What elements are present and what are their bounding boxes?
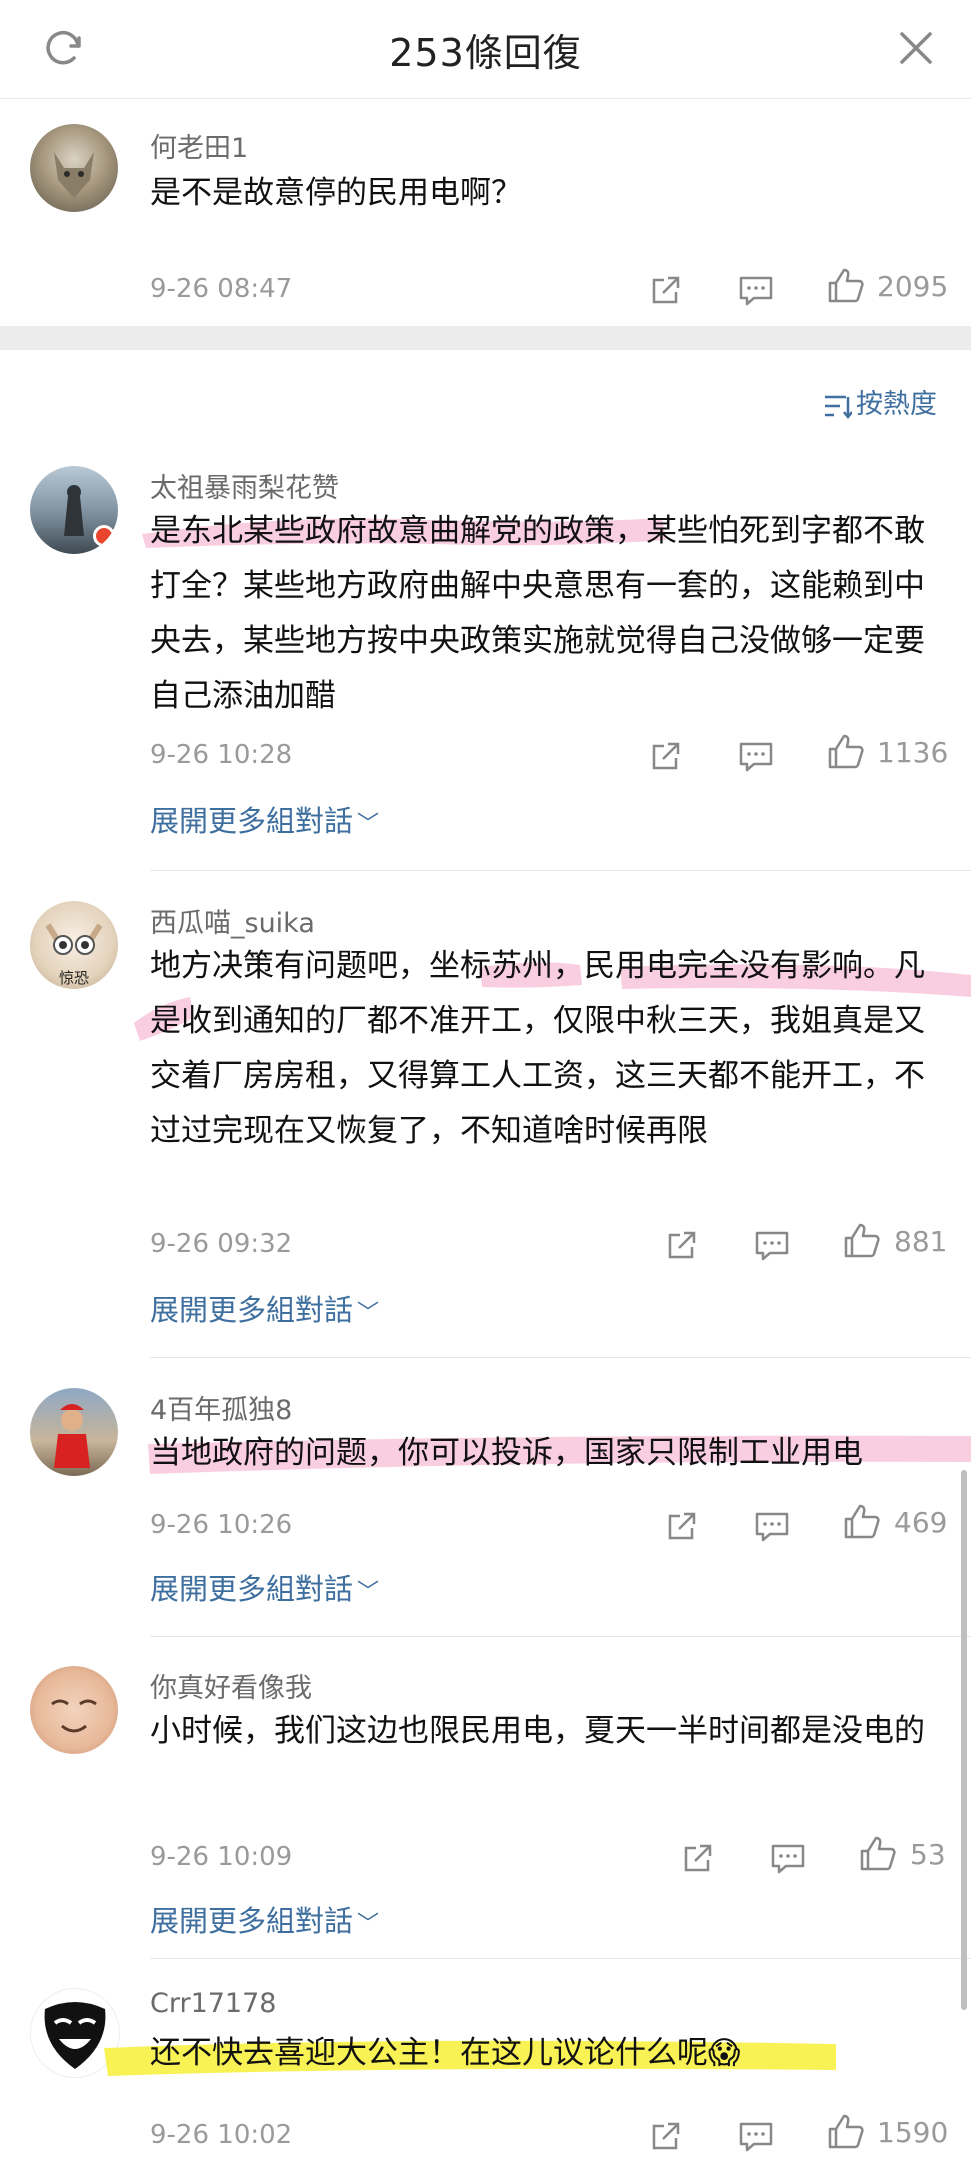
like-count: 1590	[877, 2116, 949, 2149]
close-icon[interactable]	[892, 24, 940, 72]
divider	[150, 1958, 971, 1959]
avatar[interactable]	[30, 124, 118, 212]
chevron-down-icon: ﹀	[357, 1912, 380, 1937]
share-icon[interactable]	[646, 270, 686, 310]
username[interactable]: 你真好看像我	[150, 1666, 312, 1705]
chevron-down-icon: ﹀	[357, 812, 380, 837]
scrollbar[interactable]	[961, 1470, 967, 2010]
username[interactable]: 何老田1	[150, 126, 248, 165]
timestamp: 9-26 10:28	[150, 740, 293, 770]
like-count: 469	[894, 1506, 948, 1539]
comment-text: 是不是故意停的民用电啊？	[150, 175, 522, 211]
comment-item: 你真好看像我 小时候，我们这边也限民用电，夏天一半时间都是没电的 9-26 10…	[0, 1660, 971, 1960]
sort-button[interactable]: 按熱度	[822, 382, 937, 421]
comment-item: 4百年孤独8 当地政府的问题，你可以投诉，国家只限制工业用电 9-26 10:2…	[0, 1382, 971, 1638]
comment-text: 当地政府的问题，你可以投诉，国家只限制工业用电	[150, 1435, 863, 1471]
comment-text: 还不快去喜迎大公主！在这儿议论什么呢😱	[150, 2035, 741, 2071]
comment-text: 是东北某些政府故意曲解党的政策，某些怕死到字都不敢打全？某些地方政府曲解中央意思…	[150, 513, 925, 714]
header-bar: 253條回復	[0, 0, 971, 99]
like-icon[interactable]	[826, 2112, 866, 2152]
avatar[interactable]: 惊恐	[30, 901, 118, 989]
divider	[150, 1357, 971, 1358]
sort-label: 按熱度	[856, 389, 937, 420]
timestamp: 9-26 10:09	[150, 1842, 293, 1872]
divider	[150, 1636, 971, 1637]
comment-icon[interactable]	[736, 736, 776, 776]
timestamp: 9-26 08:47	[150, 274, 293, 304]
like-icon[interactable]	[826, 732, 866, 772]
comment-text: 小时候，我们这边也限民用电，夏天一半时间都是没电的	[150, 1713, 925, 1749]
page-title: 253條回復	[389, 31, 582, 75]
top-comment: 何老田1 是不是故意停的民用电啊？ 9-26 08:47 2095	[0, 98, 971, 326]
like-icon[interactable]	[842, 1502, 882, 1542]
like-count: 2095	[877, 270, 949, 303]
comment-icon[interactable]	[752, 1506, 792, 1546]
comment-icon[interactable]	[736, 2116, 776, 2156]
avatar[interactable]	[30, 1388, 118, 1476]
comment-icon[interactable]	[752, 1225, 792, 1265]
expand-thread-link[interactable]: 展開更多組對話 ﹀	[150, 1898, 379, 1940]
avatar[interactable]	[30, 1988, 120, 2078]
timestamp: 9-26 10:02	[150, 2120, 293, 2150]
expand-label: 展開更多組對話	[150, 804, 354, 838]
share-icon[interactable]	[662, 1225, 702, 1265]
expand-thread-link[interactable]: 展開更多組對話 ﹀	[150, 798, 379, 840]
username[interactable]: 西瓜喵_suika	[150, 901, 315, 940]
share-icon[interactable]	[662, 1506, 702, 1546]
chevron-down-icon: ﹀	[357, 1301, 380, 1326]
like-count: 881	[894, 1225, 948, 1258]
chevron-down-icon: ﹀	[357, 1580, 380, 1605]
expand-label: 展開更多組對話	[150, 1572, 354, 1606]
comment-text: 地方决策有问题吧，坐标苏州，民用电完全没有影响。凡是收到通知的厂都不准开工，仅限…	[150, 948, 925, 1149]
expand-label: 展開更多組對話	[150, 1904, 354, 1938]
section-divider	[0, 326, 971, 350]
comment-item: 太祖暴雨梨花赞 是东北某些政府故意曲解党的政策，某些怕死到字都不敢打全？某些地方…	[0, 460, 971, 872]
share-icon[interactable]	[646, 2116, 686, 2156]
like-count: 53	[910, 1838, 946, 1871]
expand-label: 展開更多組對話	[150, 1293, 354, 1327]
timestamp: 9-26 09:32	[150, 1229, 293, 1259]
like-icon[interactable]	[826, 266, 866, 306]
comment-icon[interactable]	[768, 1838, 808, 1878]
like-count: 1136	[877, 736, 949, 769]
avatar[interactable]	[30, 1666, 118, 1754]
sort-icon	[825, 395, 853, 419]
divider	[150, 870, 971, 871]
avatar-caption: 惊恐	[59, 969, 89, 987]
share-icon[interactable]	[678, 1838, 718, 1878]
expand-thread-link[interactable]: 展開更多組對話 ﹀	[150, 1287, 379, 1329]
username[interactable]: 4百年孤独8	[150, 1388, 292, 1427]
timestamp: 9-26 10:26	[150, 1510, 293, 1540]
like-icon[interactable]	[858, 1834, 898, 1874]
comment-icon[interactable]	[736, 270, 776, 310]
comment-item: 惊恐 西瓜喵_suika 地方决策有问题吧，坐标苏州，民用电完全没有影响。凡是收…	[0, 895, 971, 1360]
expand-thread-link[interactable]: 展開更多組對話 ﹀	[150, 1566, 379, 1608]
avatar[interactable]	[30, 466, 118, 554]
username[interactable]: Crr17178	[150, 1988, 276, 2019]
username[interactable]: 太祖暴雨梨花赞	[150, 466, 339, 505]
share-icon[interactable]	[646, 736, 686, 776]
like-icon[interactable]	[842, 1221, 882, 1261]
comment-item: Crr17178 还不快去喜迎大公主！在这儿议论什么呢😱 9-26 10:02 …	[0, 1982, 971, 2166]
